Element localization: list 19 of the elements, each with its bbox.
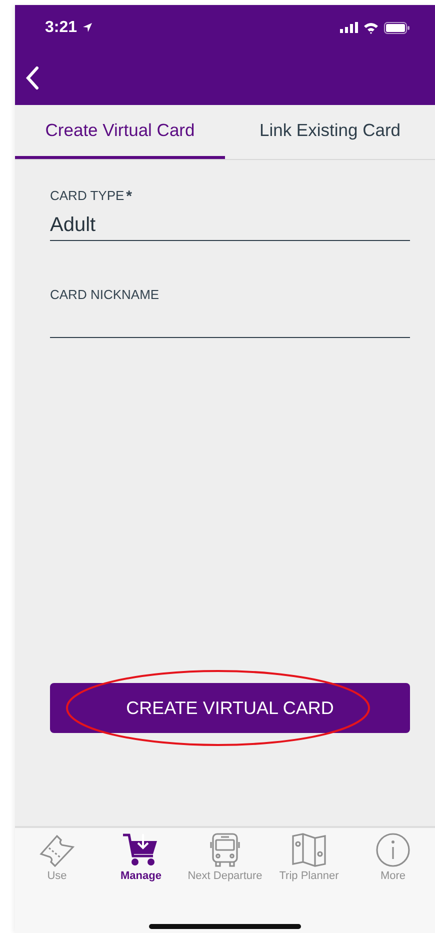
signal-icon (340, 22, 358, 33)
map-icon (289, 832, 329, 868)
chevron-left-icon (25, 66, 39, 90)
status-time: 3:21 (45, 18, 78, 36)
field-value: Adult (50, 214, 96, 237)
field-label: CARD NICKNAME (50, 287, 160, 302)
tab[interactable]: Create Virtual Card (15, 105, 225, 159)
input-field[interactable]: CARD NICKNAME (50, 287, 410, 338)
wifi-icon (363, 22, 379, 34)
battery-icon (384, 22, 410, 34)
required-mark: * (126, 188, 132, 205)
field-label: CARD TYPE (50, 188, 124, 205)
input-field[interactable]: CARD TYPE* Adult (50, 188, 410, 241)
tab[interactable]: Link Existing Card (225, 105, 435, 159)
location-arrow-icon (82, 22, 94, 33)
create-card-button[interactable]: CREATE VIRTUAL CARD (50, 683, 410, 733)
tab-bar-item[interactable]: Manage (99, 832, 183, 882)
ticket-icon (37, 832, 77, 868)
info-icon (373, 832, 413, 868)
